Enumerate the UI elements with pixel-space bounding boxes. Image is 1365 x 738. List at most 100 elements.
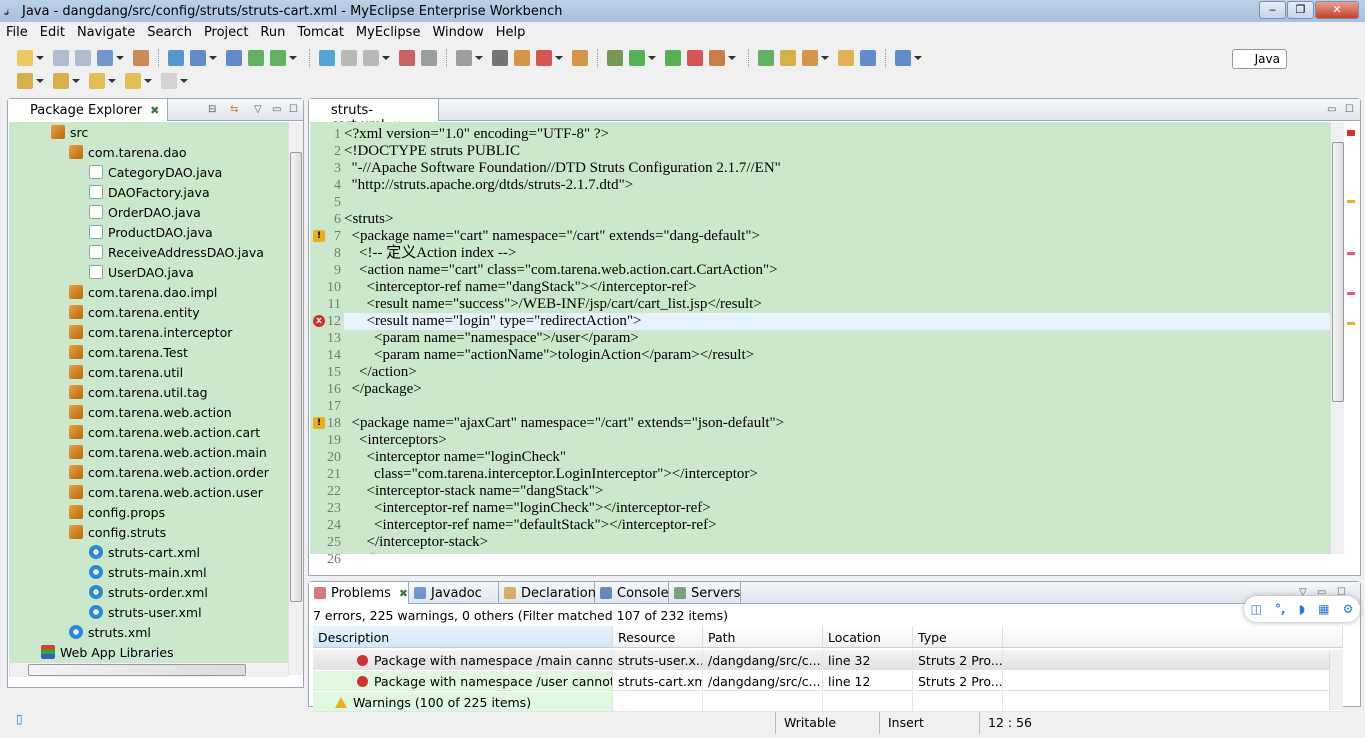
toolbar-button-icon[interactable] [133,50,149,66]
tree-item[interactable]: struts.xml [69,622,151,642]
toolbar-button-icon[interactable] [341,50,357,66]
tree-item[interactable]: com.tarena.util [69,362,183,382]
minimize-view-icon[interactable]: ▭ [1327,104,1336,115]
dropdown-arrow-icon[interactable] [72,79,80,83]
dropdown-arrow-icon[interactable] [116,56,124,60]
ime-button-icon[interactable]: ▦ [1318,602,1329,616]
warning-marker[interactable] [1347,322,1355,325]
toolbar-button-icon[interactable] [190,50,206,66]
toolbar-button-icon[interactable] [53,50,69,66]
tree-item[interactable]: com.tarena.web.action [69,402,232,422]
tree-item[interactable]: CategoryDAO.java [89,162,222,182]
toolbar-button-icon[interactable] [838,50,854,66]
toolbar-button-icon[interactable] [17,50,33,66]
maximize-view-icon[interactable]: ☐ [1345,104,1354,115]
code-area[interactable]: <?xml version="1.0" encoding="UTF-8" ?> <… [344,122,1330,554]
javadoc-tab[interactable]: Javadoc [409,582,499,604]
menu-myeclipse[interactable]: MyEclipse [350,25,427,40]
warning-marker-icon[interactable]: ! [313,417,325,429]
dropdown-arrow-icon[interactable] [914,56,922,60]
toolbar-button-icon[interactable] [492,50,508,66]
toolbar-button-icon[interactable] [161,73,177,89]
dropdown-arrow-icon[interactable] [36,56,44,60]
collapse-all-icon[interactable]: ⊟ [208,104,216,115]
toolbar-button-icon[interactable] [53,73,69,89]
toolbar-button-icon[interactable] [363,50,379,66]
problems-vertical-scrollbar[interactable] [1329,650,1343,710]
tree-item[interactable]: com.tarena.web.action.cart [69,422,260,442]
toolbar-button-icon[interactable] [687,50,703,66]
error-marker[interactable] [1347,292,1355,295]
close-icon[interactable]: ✖ [399,587,408,600]
perspective-java[interactable]: Java [1231,49,1287,69]
tab-struts-cart-xml[interactable]: struts-cart.xml✖ [309,99,439,133]
tree-item[interactable]: UserDAO.java [89,262,194,282]
toolbar-button-icon[interactable] [75,50,91,66]
ime-button-icon[interactable]: °, [1275,602,1286,616]
menu-navigate[interactable]: Navigate [71,25,141,40]
tree-item[interactable]: OrderDAO.java [89,202,201,222]
toolbar-button-icon[interactable] [629,50,645,66]
tree-item[interactable]: com.tarena.interceptor [69,322,232,342]
toolbar-button-icon[interactable] [802,50,818,66]
toolbar-button-icon[interactable] [860,50,876,66]
close-icon[interactable]: ✖ [150,104,159,117]
menu-project[interactable]: Project [198,25,254,40]
menu-window[interactable]: Window [426,25,489,40]
dropdown-arrow-icon[interactable] [108,79,116,83]
tree-item[interactable]: com.tarena.dao.impl [69,282,217,302]
problem-row[interactable]: Package with namespace /main cannot b str… [313,650,1343,670]
column-header-resource[interactable]: Resource [613,626,703,648]
tree-item[interactable]: com.tarena.web.action.order [69,462,269,482]
dropdown-arrow-icon[interactable] [209,56,217,60]
problems-tab[interactable]: Problems ✖ [309,582,409,604]
tree-item[interactable]: ProductDAO.java [89,222,213,242]
console-tab[interactable]: Console [595,582,669,604]
tree-item[interactable]: com.tarena.web.action.user [69,482,263,502]
tree-item[interactable]: com.tarena.Test [69,342,188,362]
toolbar-button-icon[interactable] [780,50,796,66]
column-header-location[interactable]: Location [823,626,913,648]
ime-button-icon[interactable]: ◫ [1251,602,1262,616]
tree-item[interactable]: Web App Libraries [41,642,174,662]
toolbar-button-icon[interactable] [17,73,33,89]
dropdown-arrow-icon[interactable] [821,56,829,60]
maximize-button[interactable]: ❐ [1287,1,1314,19]
maximize-view-icon[interactable]: ☐ [289,104,298,115]
dropdown-arrow-icon[interactable] [728,56,736,60]
declaration-tab[interactable]: Declaration [499,582,596,604]
toolbar-button-icon[interactable] [895,50,911,66]
servers-tab[interactable]: Servers [669,582,741,604]
dropdown-arrow-icon[interactable] [144,79,152,83]
toolbar-button-icon[interactable] [270,50,286,66]
menu-search[interactable]: Search [141,25,198,40]
toolbar-button-icon[interactable] [89,73,105,89]
tree-item[interactable]: struts-main.xml [89,562,207,582]
column-header-type[interactable]: Type [913,626,1003,648]
ime-button-icon[interactable]: ◗ [1299,602,1305,616]
toolbar-button-icon[interactable] [125,73,141,89]
menu-tomcat[interactable]: Tomcat [291,25,350,40]
tree-horizontal-scrollbar[interactable] [9,662,288,677]
warning-marker[interactable] [1347,200,1355,203]
toolbar-button-icon[interactable] [226,50,242,66]
toolbar-button-icon[interactable] [456,50,472,66]
dropdown-arrow-icon[interactable] [289,56,297,60]
toolbar-button-icon[interactable] [168,50,184,66]
fast-view-icon[interactable]: ▯ [16,712,23,726]
column-header-description[interactable]: Description [313,626,613,648]
toolbar-button-icon[interactable] [536,50,552,66]
toolbar-button-icon[interactable] [97,50,113,66]
error-summary-marker[interactable] [1347,130,1355,136]
toolbar-button-icon[interactable] [572,50,588,66]
tree-item[interactable]: struts-cart.xml [89,542,200,562]
link-editor-icon[interactable]: ⇆ [230,104,238,115]
warning-marker-icon[interactable]: ! [313,230,325,242]
menu-run[interactable]: Run [254,25,291,40]
tree-item[interactable]: struts-user.xml [89,602,202,622]
tree-item[interactable]: config.props [69,502,165,522]
toolbar-button-icon[interactable] [514,50,530,66]
tree-item[interactable]: com.tarena.entity [69,302,200,322]
minimize-view-icon[interactable]: ▭ [272,104,281,115]
menu-file[interactable]: File [0,25,34,40]
